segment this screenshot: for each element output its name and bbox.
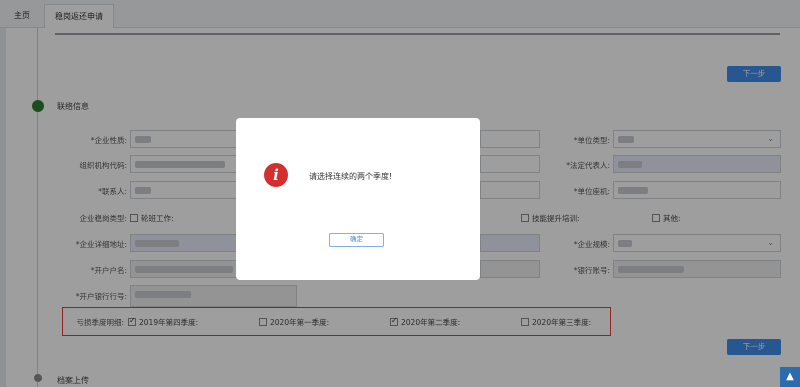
back-to-top-icon[interactable]: ▲: [780, 367, 800, 387]
info-icon: i: [264, 163, 288, 187]
confirm-button[interactable]: 确定: [329, 233, 384, 247]
alert-dialog: i 请选择连续的两个季度! 确定: [236, 118, 480, 280]
alert-message: 请选择连续的两个季度!: [309, 172, 393, 181]
